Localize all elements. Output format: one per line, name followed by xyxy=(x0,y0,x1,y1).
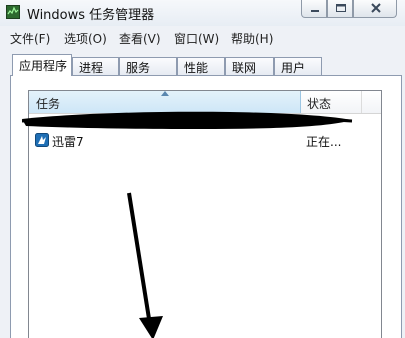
tab-applications[interactable]: 应用程序 xyxy=(12,54,72,76)
title-bar[interactable]: Windows 任务管理器 xyxy=(0,0,405,26)
table-row[interactable]: 迅雷7 正在... xyxy=(31,132,379,150)
menu-bar: 文件(F) 选项(O) 查看(V) 窗口(W) 帮助(H) xyxy=(0,26,405,48)
menu-window[interactable]: 窗口(W) xyxy=(174,30,219,47)
list-header: 任务 状态 xyxy=(29,91,381,114)
tab-performance[interactable]: 性能 xyxy=(177,57,225,75)
menu-file[interactable]: 文件(F) xyxy=(10,30,50,47)
tab-services[interactable]: 服务 xyxy=(119,57,177,75)
maximize-icon xyxy=(336,4,346,12)
window-title: Windows 任务管理器 xyxy=(27,8,155,23)
close-icon xyxy=(371,3,381,13)
minimize-button[interactable] xyxy=(301,0,327,18)
tab-networking[interactable]: 联网 xyxy=(225,57,274,75)
menu-options[interactable]: 选项(O) xyxy=(64,30,107,47)
column-header-status-label: 状态 xyxy=(307,97,332,111)
column-header-status[interactable]: 状态 xyxy=(302,91,362,113)
task-manager-window: Windows 任务管理器 文件(F) 选项(O) 查看(V) 窗口(W) 帮助… xyxy=(0,0,405,338)
tab-processes[interactable]: 进程 xyxy=(72,57,119,75)
menu-help[interactable]: 帮助(H) xyxy=(231,30,273,47)
task-manager-icon xyxy=(6,5,20,19)
xunlei-icon xyxy=(35,133,49,147)
tab-users[interactable]: 用户 xyxy=(274,57,322,75)
sort-ascending-icon xyxy=(161,91,169,96)
column-header-task[interactable]: 任务 xyxy=(29,91,301,113)
column-header-task-label: 任务 xyxy=(36,97,61,111)
minimize-icon xyxy=(311,10,319,12)
close-button[interactable] xyxy=(353,0,397,18)
maximize-button[interactable] xyxy=(327,0,353,18)
task-name: 迅雷7 xyxy=(52,135,84,149)
task-status: 正在... xyxy=(306,135,342,149)
task-list[interactable]: 任务 状态 迅雷7 正在... xyxy=(28,90,382,338)
menu-view[interactable]: 查看(V) xyxy=(119,30,161,47)
